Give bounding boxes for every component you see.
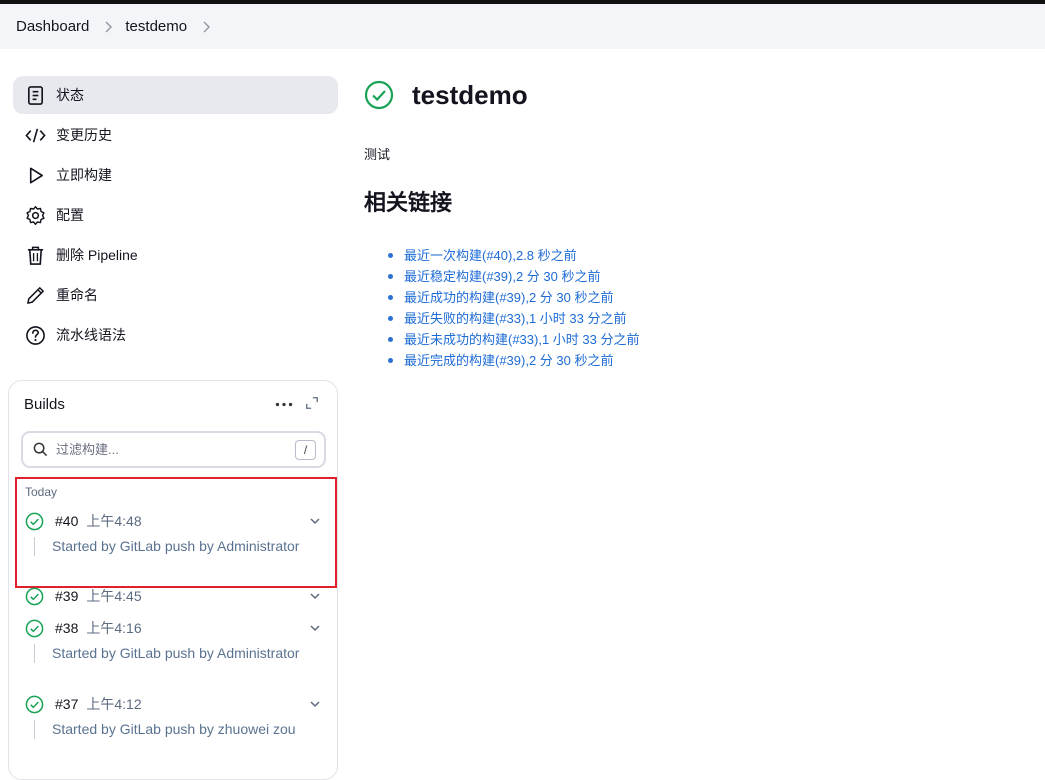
breadcrumb-testdemo[interactable]: testdemo — [125, 18, 187, 35]
build-number[interactable]: #39 — [55, 588, 78, 604]
build-item[interactable]: #39 上午4:45 — [25, 586, 325, 606]
shortcut-badge: / — [295, 439, 316, 460]
sidebar-item-pipeline-syntax[interactable]: 流水线语法 — [13, 316, 338, 354]
builds-title: Builds — [24, 395, 65, 413]
pencil-icon — [24, 284, 46, 306]
permalinks-heading: 相关链接 — [364, 190, 453, 215]
gear-icon — [24, 204, 46, 226]
permalink-last-completed[interactable]: 最近完成的构建(#39),2 分 30 秒之前 — [404, 353, 614, 368]
chevron-right-icon[interactable] — [103, 20, 113, 33]
list-item: 最近未成功的构建(#33),1 小时 33 分之前 — [388, 329, 1024, 350]
builds-header: Builds — [9, 381, 337, 427]
build-time: 上午4:48 — [86, 513, 142, 529]
build-item[interactable]: #37 上午4:12 Started by GitLab push by zhu… — [25, 694, 325, 739]
list-item: 最近完成的构建(#39),2 分 30 秒之前 — [388, 350, 1024, 371]
search-icon — [33, 442, 48, 457]
builds-filter-input[interactable] — [56, 442, 295, 457]
builds-filter[interactable]: / — [21, 431, 326, 468]
sidebar-item-delete-pipeline[interactable]: 删除 Pipeline — [13, 236, 338, 274]
breadcrumb-dashboard[interactable]: Dashboard — [16, 18, 89, 35]
permalink-last-stable[interactable]: 最近稳定构建(#39),2 分 30 秒之前 — [404, 269, 601, 284]
build-time: 上午4:45 — [86, 588, 142, 604]
chevron-down-icon[interactable] — [309, 698, 321, 710]
build-description: Started by GitLab push by zhuowei zou — [34, 720, 325, 739]
more-icon[interactable] — [273, 396, 295, 412]
list-item: 最近失败的构建(#33),1 小时 33 分之前 — [388, 308, 1024, 329]
success-icon — [25, 695, 44, 713]
play-icon — [24, 164, 46, 186]
success-icon — [25, 587, 44, 605]
success-icon — [25, 512, 44, 530]
sidebar-item-label: 状态 — [56, 87, 84, 103]
main-content: testdemo 测试 相关链接 最近一次构建(#40),2.8 秒之前 最近稳… — [364, 78, 1024, 371]
success-icon — [25, 619, 44, 637]
sidebar-item-status[interactable]: 状态 — [13, 76, 338, 114]
build-time: 上午4:12 — [86, 696, 142, 712]
build-description: Started by GitLab push by Administrator — [34, 644, 325, 663]
sidebar-item-label: 重命名 — [56, 287, 98, 303]
page-title: testdemo — [412, 79, 528, 110]
permalink-last-unsuccessful[interactable]: 最近未成功的构建(#33),1 小时 33 分之前 — [404, 332, 640, 347]
permalink-last-successful[interactable]: 最近成功的构建(#39),2 分 30 秒之前 — [404, 290, 614, 305]
code-icon — [24, 124, 46, 146]
chevron-right-icon[interactable] — [201, 20, 211, 33]
chevron-down-icon[interactable] — [309, 590, 321, 602]
expand-icon[interactable] — [305, 396, 321, 412]
permalink-last-failed[interactable]: 最近失败的构建(#33),1 小时 33 分之前 — [404, 311, 627, 326]
sidebar-item-label: 变更历史 — [56, 127, 112, 143]
chevron-down-icon[interactable] — [309, 515, 321, 527]
build-number[interactable]: #40 — [55, 513, 78, 529]
list-item: 最近稳定构建(#39),2 分 30 秒之前 — [388, 266, 1024, 287]
sidebar-item-label: 配置 — [56, 207, 84, 223]
sidebar-item-rename[interactable]: 重命名 — [13, 276, 338, 314]
trash-icon — [24, 244, 46, 266]
breadcrumb: Dashboard testdemo — [0, 4, 1045, 49]
job-description: 测试 — [364, 147, 391, 162]
sidebar-item-changes[interactable]: 变更历史 — [13, 116, 338, 154]
permalink-last-build[interactable]: 最近一次构建(#40),2.8 秒之前 — [404, 248, 577, 263]
sidebar-item-label: 删除 Pipeline — [56, 247, 138, 263]
sidebar: 状态 变更历史 立即构建 配置 删除 Pipeline 重命名 流水线语法 — [13, 76, 338, 356]
permalinks-list: 最近一次构建(#40),2.8 秒之前 最近稳定构建(#39),2 分 30 秒… — [388, 245, 1024, 371]
builds-panel: Builds / Today #40 上午4:48 Started by Git… — [8, 380, 338, 780]
build-item[interactable]: #38 上午4:16 Started by GitLab push by Adm… — [25, 618, 325, 663]
sidebar-item-configure[interactable]: 配置 — [13, 196, 338, 234]
build-number[interactable]: #37 — [55, 696, 78, 712]
success-icon — [364, 80, 394, 110]
help-icon — [24, 324, 46, 346]
chevron-down-icon[interactable] — [309, 622, 321, 634]
document-icon — [24, 84, 46, 106]
sidebar-item-label: 流水线语法 — [56, 327, 126, 343]
build-description: Started by GitLab push by Administrator — [34, 537, 325, 556]
list-item: 最近一次构建(#40),2.8 秒之前 — [388, 245, 1024, 266]
build-time: 上午4:16 — [86, 620, 142, 636]
sidebar-item-label: 立即构建 — [56, 167, 112, 183]
build-item[interactable]: #40 上午4:48 Started by GitLab push by Adm… — [25, 511, 325, 556]
sidebar-item-build-now[interactable]: 立即构建 — [13, 156, 338, 194]
build-number[interactable]: #38 — [55, 620, 78, 636]
list-item: 最近成功的构建(#39),2 分 30 秒之前 — [388, 287, 1024, 308]
